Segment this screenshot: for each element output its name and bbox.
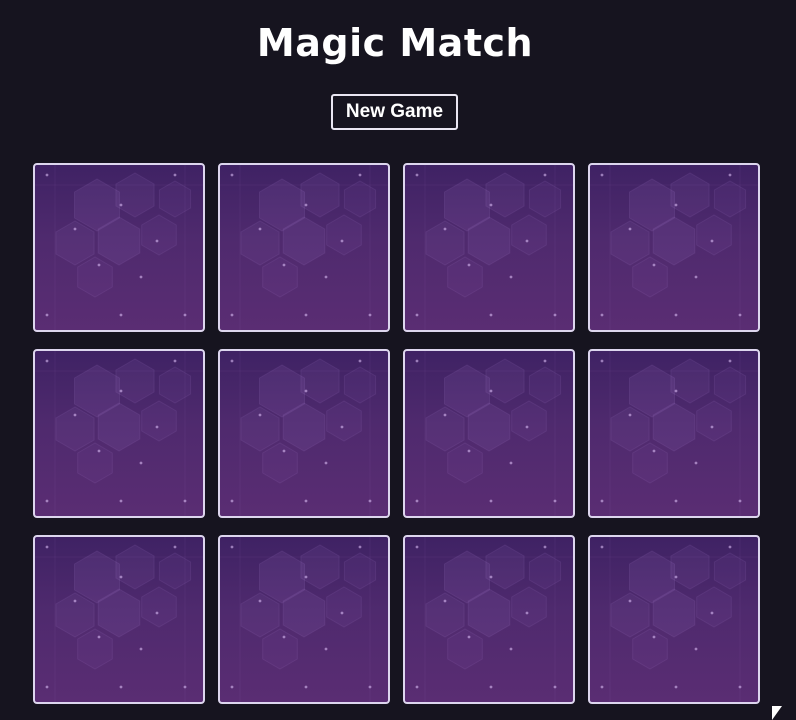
hexagon-pattern-icon <box>590 351 758 516</box>
hexagon-pattern-icon <box>35 537 203 702</box>
card[interactable] <box>588 349 760 518</box>
card[interactable] <box>218 535 390 704</box>
card-grid <box>33 163 760 706</box>
hexagon-pattern-icon <box>405 165 573 330</box>
card[interactable] <box>218 163 390 332</box>
hexagon-pattern-icon <box>220 537 388 702</box>
card[interactable] <box>218 349 390 518</box>
new-game-button[interactable]: New Game <box>331 94 458 130</box>
card[interactable] <box>403 535 575 704</box>
card[interactable] <box>588 535 760 704</box>
card[interactable] <box>33 163 205 332</box>
hexagon-pattern-icon <box>35 165 203 330</box>
hexagon-pattern-icon <box>405 351 573 516</box>
hexagon-pattern-icon <box>220 165 388 330</box>
card[interactable] <box>33 535 205 704</box>
hexagon-pattern-icon <box>35 351 203 516</box>
mouse-cursor-icon <box>772 706 782 720</box>
hexagon-pattern-icon <box>590 165 758 330</box>
hexagon-pattern-icon <box>590 537 758 702</box>
card[interactable] <box>588 163 760 332</box>
card[interactable] <box>33 349 205 518</box>
card[interactable] <box>403 349 575 518</box>
game-title: Magic Match <box>256 21 534 65</box>
card[interactable] <box>403 163 575 332</box>
hexagon-pattern-icon <box>405 537 573 702</box>
hexagon-pattern-icon <box>220 351 388 516</box>
